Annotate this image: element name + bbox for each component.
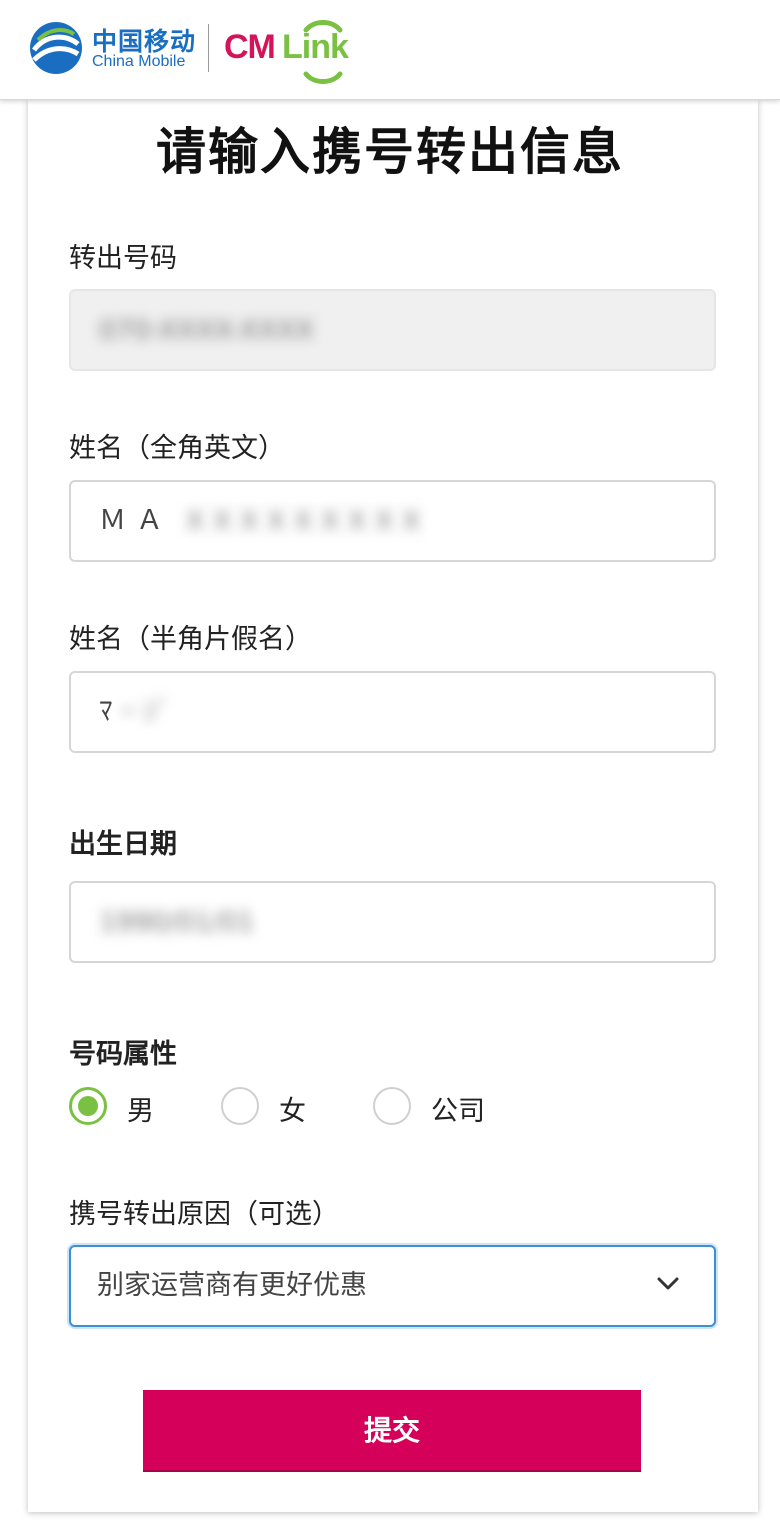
reason-label: 携号转出原因（可选）	[69, 1199, 339, 1230]
radio-checked-icon	[69, 1087, 107, 1125]
attribute-label: 号码属性	[69, 1039, 177, 1070]
name-en-field[interactable]: ＭＡ ＸＸＸＸＸＸＸＸＸ	[69, 480, 716, 562]
birthdate-field[interactable]: 1990/01/01	[69, 881, 716, 963]
name-en-label: 姓名（全角英文）	[69, 433, 285, 464]
radio-female-label: 女	[279, 1096, 306, 1127]
radio-unchecked-icon	[221, 1087, 259, 1125]
name-kana-value: ﾏ	[99, 696, 113, 727]
page-title: 请输入携号转出信息	[156, 123, 624, 181]
birthdate-value: 1990/01/01	[99, 906, 255, 938]
cmlink-link-text: Link	[282, 28, 349, 66]
attribute-radio-group: 男 女 公司	[69, 1087, 709, 1127]
radio-company-label: 公司	[431, 1096, 485, 1127]
name-en-value: ＭＡ	[99, 505, 173, 536]
radio-unchecked-icon	[373, 1087, 411, 1125]
cmlink-cm-text: CM	[224, 28, 276, 66]
reason-selected-value: 别家运营商有更好优惠	[97, 1270, 367, 1301]
cmlink-logo: CM Link	[224, 20, 354, 84]
carrier-name-en: China Mobile	[92, 53, 186, 70]
chevron-down-icon	[657, 1277, 679, 1290]
name-en-hidden: ＸＸＸＸＸＸＸＸＸ	[181, 505, 425, 537]
number-value: 070-XXXX-XXXX	[99, 314, 314, 346]
radio-male-label: 男	[127, 1096, 154, 1127]
name-kana-field[interactable]: ﾏ ｰ ｼﾞ	[69, 671, 716, 753]
reason-select[interactable]: 别家运营商有更好优惠	[69, 1245, 716, 1327]
name-kana-hidden: ｰ ｼﾞ	[121, 696, 171, 728]
name-kana-label: 姓名（半角片假名）	[69, 624, 312, 655]
number-field: 070-XXXX-XXXX	[69, 289, 716, 371]
birthdate-label: 出生日期	[69, 829, 177, 860]
logo-divider	[208, 24, 209, 72]
header: 中国移动 China Mobile CM Link	[0, 0, 780, 100]
china-mobile-logo-icon	[30, 22, 82, 74]
number-label: 转出号码	[69, 243, 177, 274]
submit-button[interactable]: 提交	[143, 1390, 641, 1472]
